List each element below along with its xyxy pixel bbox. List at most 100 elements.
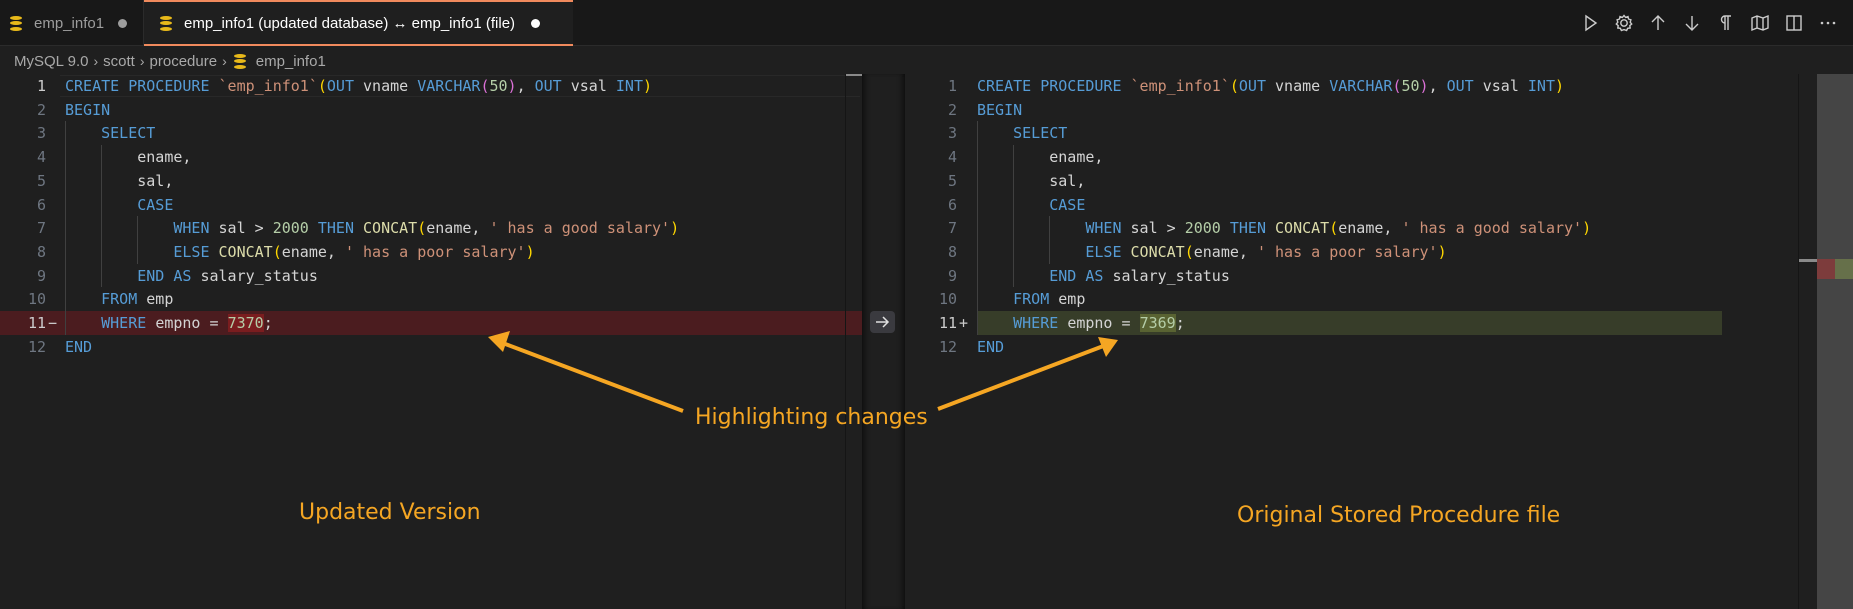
code-line[interactable]: 12 END <box>905 335 1853 359</box>
code-line[interactable]: 12 END <box>0 335 862 359</box>
code-token: sal <box>1130 219 1158 238</box>
code-line[interactable]: 1 CREATE PROCEDURE `emp_info1`(OUT vname … <box>905 74 1853 98</box>
editor-actions <box>1579 0 1839 46</box>
split-editor-button[interactable] <box>1783 12 1805 34</box>
tab-label: emp_info1 (updated database) ↔ emp_info1… <box>184 14 516 32</box>
code-line[interactable]: 7 WHEN sal > 2000 THEN CONCAT(ename, ' h… <box>0 216 862 240</box>
code-token: ELSE <box>1085 242 1122 261</box>
code-line[interactable]: 5 sal, <box>905 169 1853 193</box>
code-line[interactable]: 2 BEGIN <box>0 98 862 122</box>
code-token: ( <box>1229 77 1239 95</box>
code-line[interactable]: 10 FROM emp <box>0 287 862 311</box>
code-line[interactable]: 8 ELSE CONCAT(ename, ' has a poor salary… <box>0 240 862 264</box>
code-token: sal <box>218 219 246 238</box>
code-text: FROM emp <box>65 287 173 311</box>
code-line[interactable]: 8 ELSE CONCAT(ename, ' has a poor salary… <box>905 240 1853 264</box>
code-text: END AS salary_status <box>65 264 318 288</box>
code-token: BEGIN <box>977 100 1023 119</box>
current-line-highlight <box>60 75 860 97</box>
code-line[interactable]: 9 END AS salary_status <box>0 264 862 288</box>
line-number: 5 <box>36 171 46 190</box>
line-number: 10 <box>938 290 957 309</box>
code-token: WHERE <box>1013 314 1059 332</box>
show-whitespace-button[interactable] <box>1715 12 1737 34</box>
annotation-highlighting-changes: Highlighting changes <box>695 405 928 430</box>
diff-gutter <box>862 74 905 609</box>
code-text: BEGIN <box>65 98 110 122</box>
code-text: SELECT <box>977 121 1067 145</box>
diff-editor-original[interactable]: 1 CREATE PROCEDURE `emp_info1`(OUT vname … <box>0 74 862 609</box>
code-line[interactable]: 4 ename, <box>905 145 1853 169</box>
code-token: ) <box>670 219 680 238</box>
changed-token: 7369 <box>1139 314 1176 332</box>
right-scrollbar[interactable] <box>1798 74 1818 609</box>
indent-guide <box>137 216 139 264</box>
code-line[interactable]: 3 SELECT <box>905 121 1853 145</box>
indent-guide <box>1049 216 1051 264</box>
database-icon <box>233 53 246 69</box>
tab-diff-emp-info1[interactable]: emp_info1 (updated database) ↔ emp_info1… <box>144 0 573 46</box>
overview-added-marker <box>1835 259 1853 279</box>
code-token: THEN <box>317 219 354 238</box>
code-line[interactable]: 11− WHERE empno = 7370; <box>0 311 862 335</box>
breadcrumb-item-category[interactable]: procedure <box>150 53 218 70</box>
code-token: ename <box>1049 148 1095 167</box>
line-number: 8 <box>36 242 46 261</box>
code-token: vsal <box>1482 77 1519 95</box>
next-change-button[interactable] <box>1681 12 1703 34</box>
chevron-right-icon: › <box>139 53 145 69</box>
code-token: > <box>1166 219 1176 238</box>
line-number: 9 <box>947 266 957 285</box>
code-line[interactable]: 6 CASE <box>905 193 1853 217</box>
revert-block-button[interactable] <box>870 311 895 333</box>
code-token: END <box>137 266 165 285</box>
code-text: BEGIN <box>977 98 1022 122</box>
line-number: 6 <box>947 195 957 214</box>
code-token: , <box>1238 242 1248 261</box>
diff-overview-ruler[interactable] <box>1817 74 1853 609</box>
more-actions-button[interactable] <box>1817 12 1839 34</box>
toggle-minimap-button[interactable] <box>1749 12 1771 34</box>
code-line[interactable]: 6 CASE <box>0 193 862 217</box>
code-text: SELECT <box>65 121 155 145</box>
code-token: END <box>65 337 93 356</box>
code-line[interactable]: 4 ename, <box>0 145 862 169</box>
code-token: , <box>182 148 192 167</box>
code-line[interactable]: WHERE empno = 7369; <box>977 311 1722 335</box>
line-number: 7 <box>947 219 957 238</box>
breadcrumb-item-schema[interactable]: scott <box>103 53 135 70</box>
unsaved-dot-icon[interactable] <box>531 18 541 28</box>
database-icon <box>10 15 22 31</box>
settings-button[interactable] <box>1613 12 1635 34</box>
run-button[interactable] <box>1579 12 1601 34</box>
code-text: sal, <box>977 169 1085 193</box>
chevron-right-icon: › <box>93 53 99 69</box>
breadcrumb-item-procedure[interactable]: emp_info1 <box>256 53 326 70</box>
line-number: 6 <box>36 195 46 214</box>
code-token: ( <box>1184 242 1194 261</box>
code-line[interactable]: 10 FROM emp <box>905 287 1853 311</box>
code-line[interactable]: 3 SELECT <box>0 121 862 145</box>
code-line[interactable]: 2 BEGIN <box>905 98 1853 122</box>
code-line[interactable]: 5 sal, <box>0 169 862 193</box>
breadcrumb-item-connection[interactable]: MySQL 9.0 <box>14 53 88 70</box>
code-token: ELSE <box>173 242 210 261</box>
code-token: FROM <box>1013 290 1050 309</box>
line-number: 1 <box>947 77 957 95</box>
code-token: sal <box>1049 171 1077 190</box>
code-token: , <box>1094 148 1104 167</box>
code-line[interactable]: 9 END AS salary_status <box>905 264 1853 288</box>
previous-change-button[interactable] <box>1647 12 1669 34</box>
arrow-up-icon <box>1651 15 1665 30</box>
code-token: THEN <box>1229 219 1266 238</box>
code-token: ' has a good salary' <box>489 219 671 238</box>
unsaved-dot-icon[interactable] <box>118 18 128 28</box>
code-token: CONCAT <box>218 242 273 261</box>
code-token: ( <box>417 219 427 238</box>
code-token: END <box>1049 266 1077 285</box>
code-line[interactable]: 7 WHEN sal > 2000 THEN CONCAT(ename, ' h… <box>905 216 1853 240</box>
code-text: END <box>65 335 92 359</box>
tab-emp-info1[interactable]: emp_info1 <box>0 0 144 46</box>
left-scrollbar[interactable] <box>845 74 863 609</box>
diff-editor-modified[interactable]: 1 CREATE PROCEDURE `emp_info1`(OUT vname … <box>905 74 1853 609</box>
